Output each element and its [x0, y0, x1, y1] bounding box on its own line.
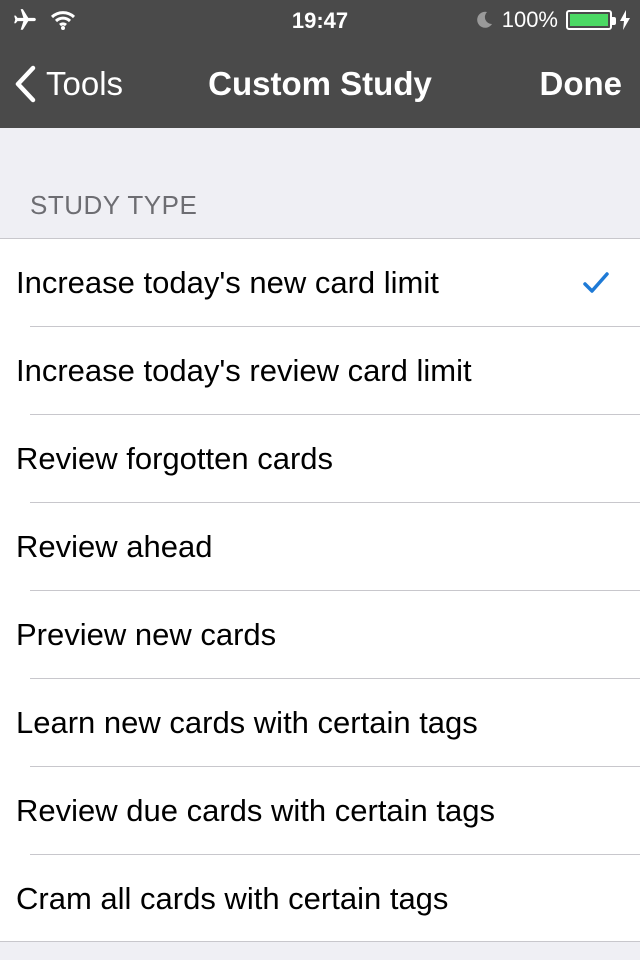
- done-button[interactable]: Done: [540, 40, 623, 128]
- checkmark-icon: [583, 272, 609, 293]
- back-button[interactable]: Tools: [14, 40, 123, 128]
- study-type-list: Increase today's new card limit Increase…: [0, 238, 640, 942]
- chevron-left-icon: [15, 65, 36, 103]
- back-button-label: Tools: [46, 65, 124, 102]
- option-review-due-cards-with-tags[interactable]: Review due cards with certain tags: [0, 767, 640, 855]
- option-label: Increase today's new card limit: [16, 265, 439, 300]
- status-right: 100%: [474, 6, 630, 34]
- option-label: Cram all cards with certain tags: [16, 881, 449, 916]
- battery-level: [570, 14, 608, 26]
- option-label: Preview new cards: [16, 617, 277, 652]
- navigation-bar: Tools Custom Study Done: [0, 40, 640, 128]
- option-preview-new-cards[interactable]: Preview new cards: [0, 591, 640, 679]
- option-learn-new-cards-with-tags[interactable]: Learn new cards with certain tags: [0, 679, 640, 767]
- option-label: Review due cards with certain tags: [16, 793, 496, 828]
- battery-icon: [566, 10, 616, 30]
- option-review-forgotten-cards[interactable]: Review forgotten cards: [0, 415, 640, 503]
- charging-icon: [620, 10, 630, 30]
- battery-percent: 100%: [501, 7, 558, 32]
- option-review-ahead[interactable]: Review ahead: [0, 503, 640, 591]
- option-cram-all-cards-with-tags[interactable]: Cram all cards with certain tags: [0, 855, 640, 943]
- option-label: Increase today's review card limit: [16, 353, 472, 388]
- battery-nub: [612, 17, 616, 25]
- moon-icon: [476, 11, 492, 28]
- option-label: Review ahead: [16, 529, 213, 564]
- option-increase-review-card-limit[interactable]: Increase today's review card limit: [0, 327, 640, 415]
- option-label: Learn new cards with certain tags: [16, 705, 478, 740]
- option-increase-new-card-limit[interactable]: Increase today's new card limit: [0, 239, 640, 327]
- option-label: Review forgotten cards: [16, 441, 334, 476]
- status-bar: 19:47 100%: [0, 0, 640, 40]
- section-header-study-type: STUDY TYPE: [30, 190, 198, 220]
